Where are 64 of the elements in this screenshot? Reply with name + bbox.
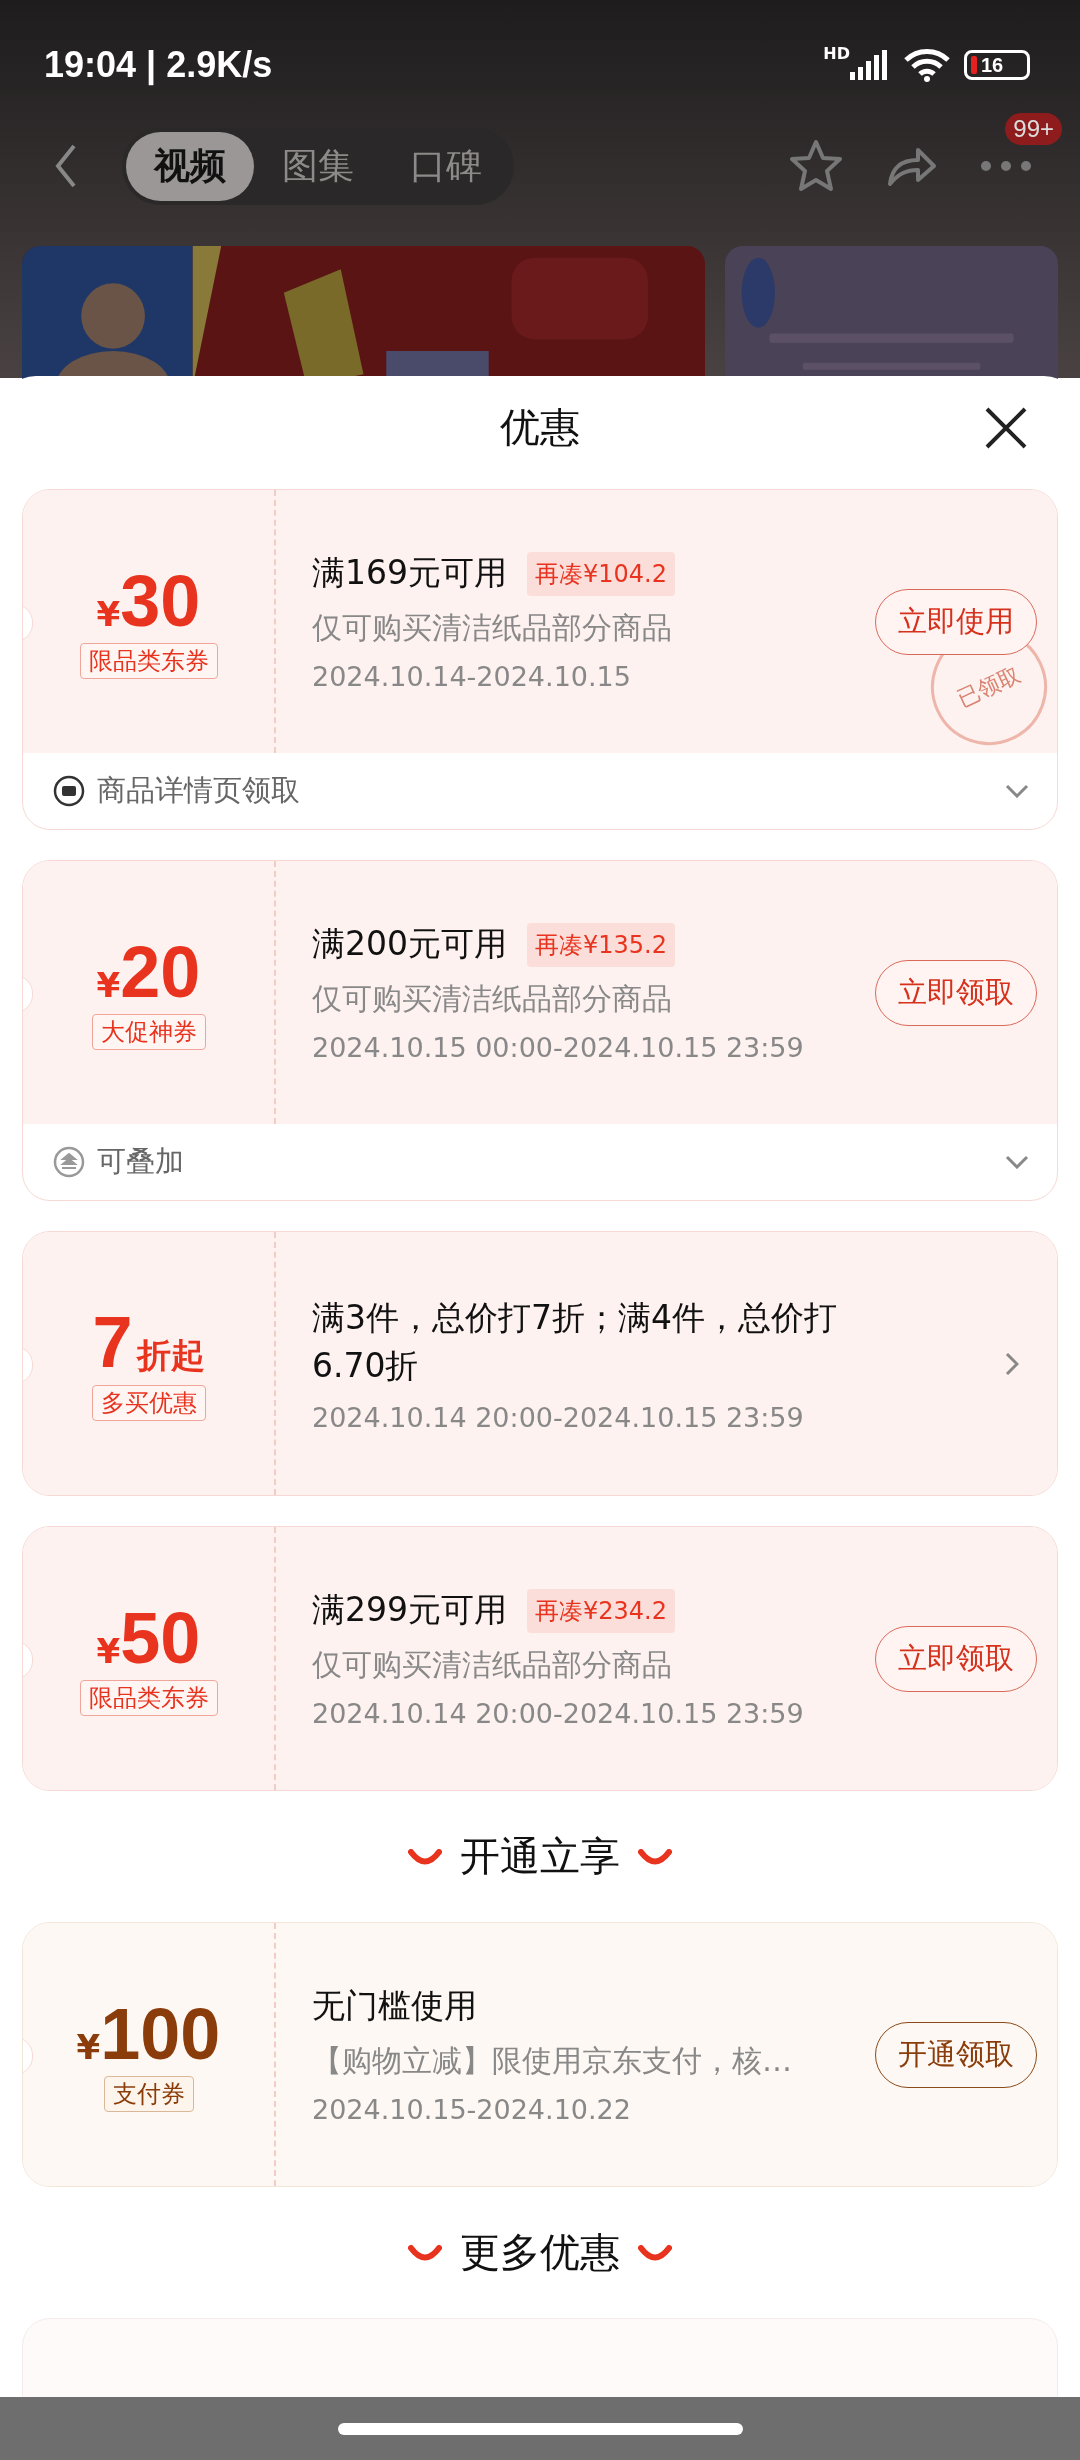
smile-icon xyxy=(638,1848,672,1865)
coupon-type-tag: 限品类东券 xyxy=(79,642,218,679)
wifi-icon xyxy=(904,48,950,82)
currency-symbol: ¥ xyxy=(96,1630,121,1671)
coupon-type-tag: 限品类东券 xyxy=(79,1679,218,1716)
more-icon[interactable] xyxy=(980,159,1032,172)
section-heading: 开通立享 xyxy=(460,1832,620,1881)
smile-icon xyxy=(638,2244,672,2261)
coupon-type-tag: 大促神券 xyxy=(91,1013,206,1050)
tab[interactable]: 视频 xyxy=(126,131,254,201)
section-heading: 更多优惠 xyxy=(460,2228,620,2277)
coupon-scope: 仅可购买清洁纸品部分商品 xyxy=(312,609,673,647)
ticket-icon xyxy=(53,775,85,807)
battery-icon: 16 xyxy=(964,50,1030,80)
coupon-note: 商品详情页领取 xyxy=(97,772,300,809)
star-icon[interactable] xyxy=(788,139,844,193)
tab[interactable]: 口碑 xyxy=(382,131,510,201)
coupon-scope: 仅可购买清洁纸品部分商品 xyxy=(312,1646,673,1684)
home-indicator[interactable] xyxy=(337,2422,743,2435)
validity-period: 2024.10.15-2024.10.22 xyxy=(312,2094,632,2125)
status-time: 19:04 | 2.9K/s xyxy=(44,44,273,86)
smile-icon xyxy=(408,1848,442,1865)
remaining-amount: 再凑¥104.2 xyxy=(527,551,675,596)
currency-symbol: ¥ xyxy=(76,2026,101,2067)
currency-symbol: ¥ xyxy=(96,593,121,634)
validity-period: 2024.10.14 20:00-2024.10.15 23:59 xyxy=(312,1698,805,1729)
currency-symbol: ¥ xyxy=(96,964,121,1005)
network-label: HD xyxy=(823,44,850,63)
chevron-down-icon[interactable] xyxy=(1005,784,1029,798)
coupon-type-tag: 支付券 xyxy=(103,2075,194,2112)
smile-icon xyxy=(408,2244,442,2261)
coupon-type-tag: 多买优惠 xyxy=(91,1385,206,1421)
coupon-amount: 30 xyxy=(120,564,201,637)
claim-button[interactable]: 立即使用 xyxy=(875,588,1037,655)
signal-icon xyxy=(850,50,890,80)
coupon-amount: 20 xyxy=(120,935,201,1008)
claim-button[interactable]: 开通领取 xyxy=(875,2021,1037,2088)
claim-button[interactable]: 立即领取 xyxy=(875,959,1037,1026)
discount-value: 7 xyxy=(92,1306,133,1378)
coupon-condition: 满299元可用 xyxy=(312,1589,507,1631)
coupon-condition: 无门槛使用 xyxy=(312,1985,477,2027)
stack-icon xyxy=(53,1146,85,1178)
remaining-amount: 再凑¥135.2 xyxy=(527,922,675,967)
chevron-right-icon[interactable] xyxy=(1005,1351,1019,1376)
coupon-note: 可叠加 xyxy=(97,1143,184,1180)
back-icon[interactable] xyxy=(54,144,78,188)
coupon-condition: 满169元可用 xyxy=(312,552,507,594)
claim-button[interactable]: 立即领取 xyxy=(875,1625,1037,1692)
notification-badge: 99+ xyxy=(1005,112,1062,145)
validity-period: 2024.10.14 20:00-2024.10.15 23:59 xyxy=(312,1401,805,1433)
chevron-down-icon[interactable] xyxy=(1005,1155,1029,1169)
discount-unit: 折起 xyxy=(136,1334,205,1377)
coupon-scope: 仅可购买清洁纸品部分商品 xyxy=(312,980,673,1018)
coupon-condition: 满200元可用 xyxy=(312,923,507,965)
coupon-scope: 【购物立减】限使用京东支付，核… xyxy=(312,2042,793,2080)
coupon-amount: 100 xyxy=(100,1997,221,2070)
tab[interactable]: 图集 xyxy=(254,131,382,201)
validity-period: 2024.10.14-2024.10.15 xyxy=(312,661,632,692)
remaining-amount: 再凑¥234.2 xyxy=(527,1588,675,1633)
coupon-condition: 满3件，总价打7折；满4件，总价打6.70折 xyxy=(312,1297,838,1387)
coupon-amount: 50 xyxy=(120,1601,201,1674)
validity-period: 2024.10.15 00:00-2024.10.15 23:59 xyxy=(312,1032,805,1063)
close-icon[interactable] xyxy=(984,405,1028,450)
sheet-title: 优惠 xyxy=(500,403,580,452)
